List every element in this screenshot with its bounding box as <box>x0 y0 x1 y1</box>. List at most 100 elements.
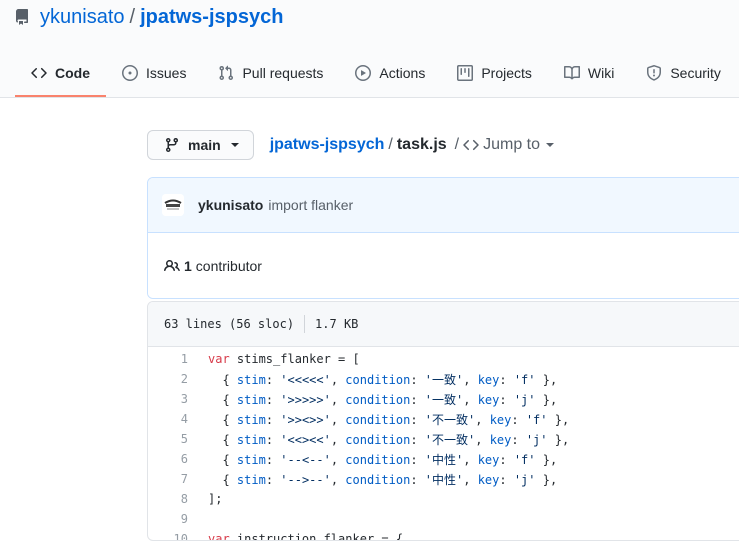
key-value: 'j' <box>525 432 548 447</box>
condition-value: '一致' <box>424 372 464 387</box>
code-keyword: var <box>208 532 230 541</box>
stim-value: '-->--' <box>280 472 331 487</box>
issue-opened-icon <box>122 65 138 81</box>
tab-projects-label: Projects <box>481 65 532 81</box>
breadcrumb-separator: / <box>388 136 393 153</box>
project-icon <box>457 65 474 81</box>
contributor-count: 1 <box>184 258 192 274</box>
code-line: 9 <box>148 509 739 529</box>
file-navigation: main jpatws-jspsych / task.js / Jump to <box>147 129 555 161</box>
key-value: 'f' <box>513 452 536 467</box>
line-number[interactable]: 2 <box>148 372 208 386</box>
book-icon <box>563 65 580 80</box>
code-icon <box>31 67 47 79</box>
code-text: instruction_flanker = { <box>229 532 404 541</box>
stim-value: '--<--' <box>280 452 331 467</box>
repo-owner-link[interactable]: ykunisato <box>40 6 125 29</box>
file-size: 1.7 KB <box>315 317 359 331</box>
latest-commit-box: ykunisato import flanker 1 contributor <box>147 177 739 299</box>
code-text: ]; <box>208 492 223 506</box>
breadcrumb-file-name: task.js <box>396 136 447 153</box>
tab-actions-label: Actions <box>379 65 426 81</box>
key-value: 'f' <box>513 372 536 387</box>
branch-name: main <box>188 137 221 153</box>
code-keyword: var <box>208 352 230 366</box>
contributor-label: contributor <box>195 258 262 274</box>
tab-wiki-label: Wiki <box>587 65 615 81</box>
key-value: 'j' <box>513 472 536 487</box>
line-number[interactable]: 1 <box>148 352 208 366</box>
tab-projects[interactable]: Projects <box>441 52 548 94</box>
contributors-row[interactable]: 1 contributor <box>148 233 739 298</box>
condition-value: '不一致' <box>424 412 476 427</box>
code-line: 8 ]; <box>148 489 739 509</box>
jump-to-label: Jump to <box>483 136 541 153</box>
key-value: 'j' <box>513 392 536 407</box>
line-number[interactable]: 3 <box>148 392 208 406</box>
code-line: 2 { stim: '<<<<<', condition: '一致', key:… <box>148 369 739 389</box>
caret-down-icon <box>230 143 239 147</box>
caret-down-icon <box>546 143 555 147</box>
tab-code-label: Code <box>55 65 90 81</box>
git-pull-request-icon <box>219 65 234 81</box>
code-text: stims_flanker = [ <box>229 352 360 366</box>
file-info-bar: 63 lines (56 sloc) 1.7 KB <box>148 302 739 347</box>
file-viewer: 63 lines (56 sloc) 1.7 KB 1 var stims_fl… <box>147 301 739 541</box>
avatar[interactable] <box>162 194 184 216</box>
code-line: 1 var stims_flanker = [ <box>148 349 739 369</box>
code-line: 10 var instruction_flanker = { <box>148 529 739 541</box>
code-line: 4 { stim: '>><>>', condition: '不一致', key… <box>148 409 739 429</box>
file-line-count: 63 lines (56 sloc) <box>164 317 295 331</box>
condition-value: '不一致' <box>424 432 476 447</box>
latest-commit-header: ykunisato import flanker <box>148 178 739 233</box>
repo-icon <box>14 9 30 25</box>
line-number[interactable]: 10 <box>148 532 208 540</box>
line-number[interactable]: 4 <box>148 412 208 426</box>
branch-select-button[interactable]: main <box>147 130 254 160</box>
line-number[interactable]: 8 <box>148 492 208 506</box>
git-branch-icon <box>165 138 178 153</box>
tab-security[interactable]: Security <box>630 52 737 94</box>
code-listing: 1 var stims_flanker = [ 2 { stim: '<<<<<… <box>148 347 739 541</box>
tab-actions[interactable]: Actions <box>339 52 441 94</box>
key-value: 'f' <box>525 412 548 427</box>
stim-value: '<<><<' <box>280 432 331 447</box>
repo-title: ykunisato / jpatws-jspsych <box>14 4 283 30</box>
code-line: 6 { stim: '--<--', condition: '中性', key:… <box>148 449 739 469</box>
tab-code[interactable]: Code <box>15 52 106 97</box>
commit-author[interactable]: ykunisato <box>198 197 263 213</box>
stim-value: '>><>>' <box>280 412 331 427</box>
repo-header: ykunisato / jpatws-jspsych Code Issues P… <box>0 0 739 98</box>
jump-to-button[interactable]: / Jump to <box>454 136 555 154</box>
tab-pull-requests[interactable]: Pull requests <box>202 52 339 94</box>
breadcrumb: jpatws-jspsych / task.js <box>270 136 447 154</box>
tab-wiki[interactable]: Wiki <box>548 52 630 94</box>
code-line: 7 { stim: '-->--', condition: '中性', key:… <box>148 469 739 489</box>
breadcrumb-repo-link[interactable]: jpatws-jspsych <box>270 136 385 153</box>
tab-issues[interactable]: Issues <box>106 52 202 94</box>
condition-value: '中性' <box>424 472 464 487</box>
code-line: 5 { stim: '<<><<', condition: '不一致', key… <box>148 429 739 449</box>
line-number[interactable]: 9 <box>148 512 208 526</box>
line-number[interactable]: 6 <box>148 452 208 466</box>
tab-issues-label: Issues <box>146 65 187 81</box>
repo-tabs: Code Issues Pull requests Actions Projec… <box>15 52 737 97</box>
shield-icon <box>647 65 662 81</box>
line-number[interactable]: 5 <box>148 432 208 446</box>
line-number[interactable]: 7 <box>148 472 208 486</box>
play-icon <box>355 65 372 81</box>
condition-value: '一致' <box>424 392 464 407</box>
tab-pull-requests-label: Pull requests <box>242 65 324 81</box>
jump-separator: / <box>454 136 460 153</box>
code-line: 3 { stim: '>>>>>', condition: '一致', key:… <box>148 389 739 409</box>
stim-value: '<<<<<' <box>280 372 331 387</box>
repo-separator: / <box>129 5 136 28</box>
code-icon <box>463 139 479 151</box>
repo-name-link[interactable]: jpatws-jspsych <box>140 6 283 29</box>
stim-value: '>>>>>' <box>280 392 331 407</box>
file-info-divider <box>304 315 306 333</box>
condition-value: '中性' <box>424 452 464 467</box>
tab-security-label: Security <box>670 65 721 81</box>
people-icon <box>164 259 180 272</box>
commit-message[interactable]: import flanker <box>268 197 353 213</box>
